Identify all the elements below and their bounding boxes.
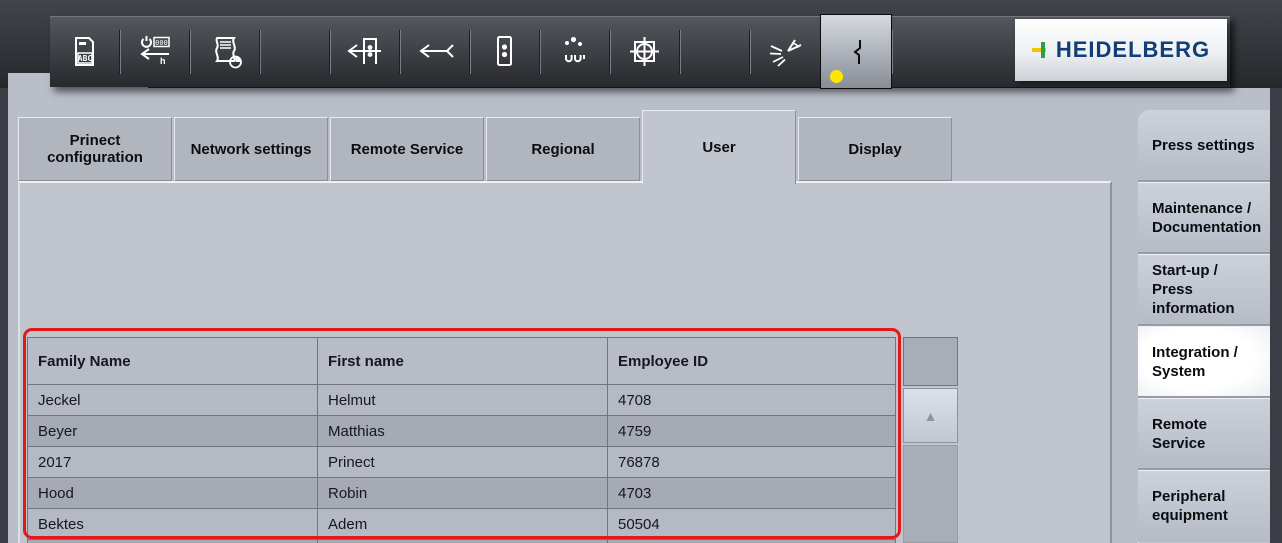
cell-employee-id: 4708 — [608, 385, 895, 416]
settings-category-sidebar: Press settings Maintenance / Documentati… — [1138, 110, 1270, 543]
scroll-up-arrow-icon: ▲ — [924, 408, 938, 424]
table-row[interactable]: Jeckel Helmut 4708 — [28, 385, 895, 416]
cell-family-name: Jeckel — [28, 385, 318, 416]
paper-clock-icon — [204, 31, 246, 73]
svg-text:h: h — [160, 56, 166, 66]
status-indicator-dot — [830, 70, 843, 83]
toolbar-spacer-1 — [260, 17, 330, 87]
heidelberg-cross-icon — [1032, 41, 1050, 59]
table-row[interactable]: 2017 Prinect 76878 — [28, 447, 895, 478]
svg-text:000: 000 — [155, 39, 168, 47]
brand-logo-panel: HEIDELBERG — [1015, 19, 1227, 81]
toolbar-button-counter-reset[interactable]: 000 h — [120, 17, 190, 87]
cell-employee-id: 4759 — [608, 416, 895, 447]
scrollbar-track[interactable] — [903, 445, 958, 543]
column-header-family-name: Family Name — [28, 338, 318, 385]
cell-family-name: Hood — [28, 478, 318, 509]
cell-employee-id: 4703 — [608, 478, 895, 509]
toolbar-button-register[interactable] — [610, 17, 680, 87]
counter-arrow-icon: 000 h — [134, 31, 176, 73]
sidebar-item-remote-service[interactable]: Remote Service — [1138, 398, 1270, 470]
toolbar-spacer-2 — [680, 17, 750, 87]
cell-first-name: Adem — [318, 509, 608, 540]
spray-jet-icon — [764, 31, 806, 73]
toolbar-button-sheet-infeed[interactable] — [330, 17, 400, 87]
arrow-fork-icon — [414, 31, 456, 73]
icon-toolbar: ABC 000 h — [50, 16, 1230, 87]
hook-icon — [835, 31, 877, 73]
brand-logo-text: HEIDELBERG — [1056, 37, 1210, 63]
abc-card-icon: ABC — [64, 31, 106, 73]
tab-display[interactable]: Display — [798, 117, 952, 181]
table-row[interactable]: Hood Robin 4703 — [28, 478, 895, 509]
tab-network-settings[interactable]: Network settings — [174, 117, 328, 181]
table-header-row: Family Name First name Employee ID — [28, 338, 895, 385]
svg-text:ABC: ABC — [78, 54, 93, 63]
tab-regional[interactable]: Regional — [486, 117, 640, 181]
cell-first-name: Helmut — [318, 385, 608, 416]
column-header-first-name: First name — [318, 338, 608, 385]
toolbar-button-washup-spray[interactable] — [750, 17, 820, 87]
tab-remote-service[interactable]: Remote Service — [330, 117, 484, 181]
door-dots-icon — [484, 31, 526, 73]
sidebar-item-maintenance[interactable]: Maintenance / Documentation — [1138, 182, 1270, 254]
column-header-employee-id: Employee ID — [608, 338, 895, 385]
toolbar-button-job-list-time[interactable] — [190, 17, 260, 87]
toolbar-button-powder-sprayer[interactable] — [540, 17, 610, 87]
tab-user[interactable]: User — [642, 110, 796, 184]
crosshair-icon — [624, 31, 666, 73]
sidebar-item-press-settings[interactable]: Press settings — [1138, 110, 1270, 182]
sidebar-item-integration-system[interactable]: Integration / System — [1138, 326, 1270, 398]
user-table: Family Name First name Employee ID Jecke… — [27, 337, 896, 543]
sidebar-item-startup[interactable]: Start-up / Press information — [1138, 254, 1270, 326]
toolbar-button-job-abc-card[interactable]: ABC — [50, 17, 120, 87]
scroll-up-button[interactable]: ▲ — [903, 388, 958, 443]
table-row[interactable]: Beyer Matthias 4759 — [28, 416, 895, 447]
cell-family-name: Bektes — [28, 509, 318, 540]
toolbar-spacer-3 — [892, 17, 962, 87]
cell-first-name: Robin — [318, 478, 608, 509]
toolbar-button-service-settings[interactable] — [820, 14, 892, 89]
toolbar-button-safety-guard[interactable] — [470, 17, 540, 87]
dots-waves-icon — [554, 31, 596, 73]
tab-prinect-configuration[interactable]: Prinect configuration — [18, 117, 172, 181]
table-row[interactable]: Bektes Adem 50504 — [28, 509, 895, 540]
infeed-arrow-icon — [344, 31, 386, 73]
cell-family-name: 2017 — [28, 447, 318, 478]
toolbar-button-sheet-travel[interactable] — [400, 17, 470, 87]
sidebar-item-peripheral-equipment[interactable]: Peripheral equipment — [1138, 470, 1270, 542]
scrollbar-header-spacer — [903, 337, 958, 386]
cell-first-name: Matthias — [318, 416, 608, 447]
heidelberg-console-screen: ABC 000 h — [0, 0, 1282, 543]
cell-employee-id: 76878 — [608, 447, 895, 478]
cell-family-name: Beyer — [28, 416, 318, 447]
cell-employee-id: 50504 — [608, 509, 895, 540]
cell-first-name: Prinect — [318, 447, 608, 478]
